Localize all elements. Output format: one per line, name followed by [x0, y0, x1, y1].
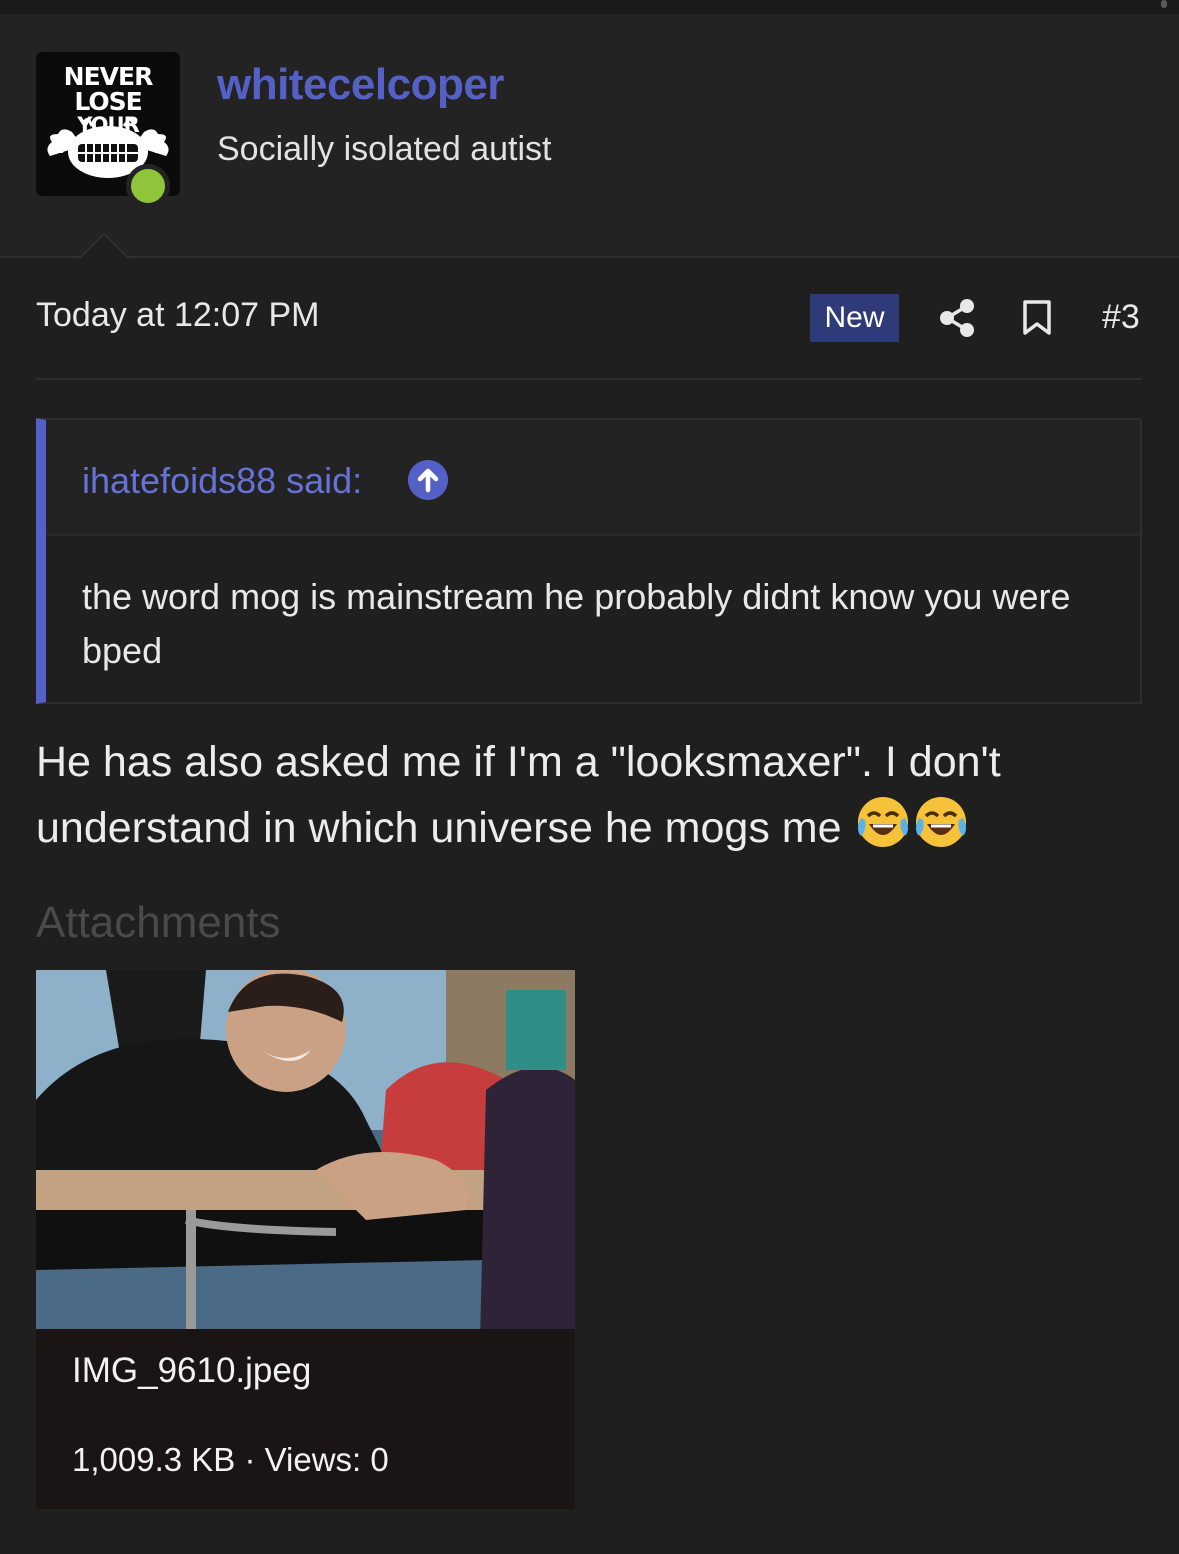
quote-author-link[interactable]: ihatefoids88 said:	[82, 460, 362, 502]
attachment-thumbnail[interactable]: IMG_9610.jpeg 1,009.3 KB · Views: 0	[36, 970, 575, 1509]
post-timestamp[interactable]: Today at 12:07 PM	[36, 296, 320, 335]
attachment-info-overlay: IMG_9610.jpeg 1,009.3 KB · Views: 0	[36, 1329, 575, 1509]
post-user-header: NEVER LOSE YOUR VIRGINITY whitecelcoper …	[0, 14, 1179, 284]
avatar-text-line1: NEVER LOSE	[63, 62, 154, 116]
scrollbar-thumb[interactable]	[1161, 0, 1167, 8]
attachment-meta: 1,009.3 KB · Views: 0	[72, 1441, 389, 1478]
share-icon[interactable]	[938, 298, 976, 338]
new-badge: New	[810, 294, 899, 342]
quote-header: ihatefoids88 said:	[46, 420, 1140, 536]
top-bar	[0, 0, 1179, 15]
tears-of-joy-emoji-icon	[858, 797, 909, 847]
attachments-label: Attachments	[36, 898, 281, 947]
bookmark-icon[interactable]	[1022, 300, 1052, 336]
post-message: He has also asked me if I'm a "looksmaxe…	[36, 730, 1146, 860]
jump-to-quote-icon[interactable]	[408, 460, 448, 500]
header-pointer	[78, 232, 130, 284]
user-title: Socially isolated autist	[217, 130, 552, 168]
post-number-link[interactable]: #3	[1102, 298, 1140, 337]
divider	[36, 378, 1142, 380]
quote-text: the word mog is mainstream he probably d…	[82, 576, 1071, 671]
quote-block: ihatefoids88 said: the word mog is mains…	[36, 418, 1142, 704]
attachment-filename[interactable]: IMG_9610.jpeg	[72, 1351, 311, 1391]
tears-of-joy-emoji-icon	[916, 797, 967, 847]
username-link[interactable]: whitecelcoper	[217, 60, 504, 110]
online-status-indicator	[126, 164, 170, 208]
